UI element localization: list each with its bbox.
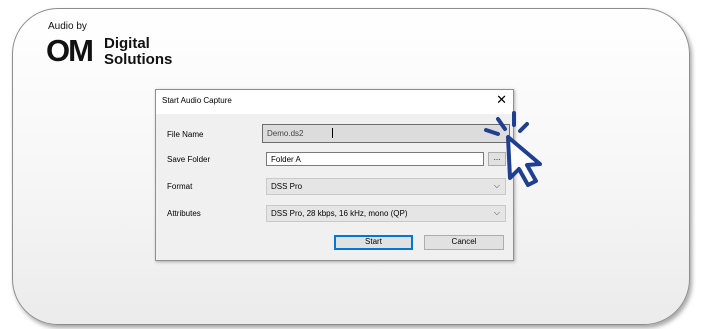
attributes-label: Attributes <box>167 209 201 218</box>
chevron-down-icon: ⌵ <box>493 208 500 217</box>
file-name-label: File Name <box>167 130 204 139</box>
dialog-titlebar: Start Audio Capture ✕ <box>156 90 513 114</box>
logo-digital: Digital <box>104 35 150 52</box>
attributes-value: DSS Pro, 28 kbps, 16 kHz, mono (QP) <box>271 209 408 218</box>
save-folder-input[interactable]: Folder A <box>266 152 484 166</box>
dialog-title: Start Audio Capture <box>162 96 232 105</box>
logo-solutions: Solutions <box>104 51 173 68</box>
start-button[interactable]: Start <box>334 235 413 250</box>
start-audio-capture-dialog: Start Audio Capture ✕ File Name Demo.ds2… <box>155 89 514 261</box>
format-label: Format <box>167 182 193 191</box>
save-folder-label: Save Folder <box>167 155 211 164</box>
format-value: DSS Pro <box>271 182 303 191</box>
attributes-select[interactable]: DSS Pro, 28 kbps, 16 kHz, mono (QP) ⌵ <box>266 205 506 222</box>
click-pointer-icon <box>484 111 542 187</box>
cancel-button[interactable]: Cancel <box>424 235 504 250</box>
text-cursor <box>332 128 333 138</box>
om-logo: OM <box>46 33 94 68</box>
brand-prefix: Audio by <box>48 21 87 32</box>
